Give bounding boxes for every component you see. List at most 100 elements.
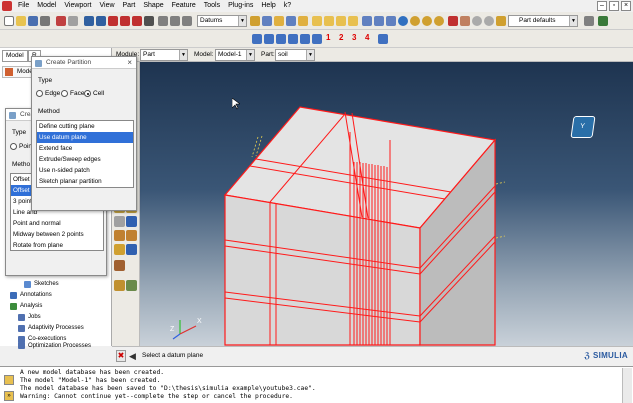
partition-1[interactable]: 1 — [326, 33, 330, 42]
query-tool-icon[interactable] — [126, 280, 137, 291]
render-style-icon[interactable] — [158, 16, 168, 26]
hide-datums-icon[interactable] — [286, 16, 296, 26]
menu-model[interactable]: Model — [33, 0, 60, 12]
viewport[interactable]: X Z Y — [140, 62, 633, 346]
show-datums-icon[interactable] — [274, 16, 284, 26]
method-define-cutting-plane[interactable]: Define cutting plane — [37, 121, 133, 132]
partition-dialog-title[interactable]: Create Partition × — [32, 57, 136, 69]
tree-item-sketches[interactable]: Sketches — [24, 279, 59, 289]
view-cut-icon[interactable] — [410, 16, 420, 26]
view-cut-3-icon[interactable] — [434, 16, 444, 26]
menu-view[interactable]: View — [95, 0, 118, 12]
color-manager-icon[interactable] — [584, 16, 594, 26]
view-yz-icon[interactable] — [264, 34, 274, 44]
color-code-icon[interactable] — [496, 16, 506, 26]
select-all-icon[interactable] — [262, 16, 272, 26]
front-view-icon[interactable] — [324, 16, 334, 26]
select-cursor-icon[interactable] — [460, 16, 470, 26]
view-iso-icon[interactable] — [378, 34, 388, 44]
partition-method-list[interactable]: Define cutting plane Use datum plane Ext… — [36, 120, 134, 188]
menu-tools[interactable]: Tools — [200, 0, 224, 12]
datums-combo[interactable]: Datums ▼ — [197, 15, 247, 27]
back-arrow-icon[interactable]: ◀ — [129, 350, 139, 362]
tree-item-analysis[interactable]: Analysis — [10, 301, 42, 311]
menu-plugins[interactable]: Plug-ins — [224, 0, 257, 12]
tool-icon[interactable] — [598, 16, 608, 26]
edge-tool-icon[interactable] — [114, 230, 125, 241]
set-icon[interactable] — [114, 244, 125, 255]
partition-cell-icon[interactable] — [126, 216, 137, 227]
partition-3[interactable]: 3 — [352, 33, 356, 42]
list-item[interactable]: Point and normal — [11, 218, 103, 229]
tree-item-adaptivity[interactable]: Adaptivity Processes — [18, 323, 84, 333]
type-edge-radio[interactable]: Edge — [36, 90, 60, 97]
cycle-views-icon[interactable] — [144, 16, 154, 26]
view-zy-icon[interactable] — [300, 34, 310, 44]
menu-feature[interactable]: Feature — [168, 0, 200, 12]
magnify-icon[interactable] — [108, 16, 118, 26]
minimize-icon[interactable]: – — [597, 1, 607, 11]
menu-help[interactable]: Help — [257, 0, 279, 12]
repair-icon[interactable] — [114, 260, 125, 271]
print-icon[interactable] — [40, 16, 50, 26]
save-icon[interactable] — [28, 16, 38, 26]
shaded-icon[interactable] — [182, 16, 192, 26]
zoom-box-icon[interactable] — [120, 16, 130, 26]
view-yx-icon[interactable] — [288, 34, 298, 44]
view-cut-2-icon[interactable] — [422, 16, 432, 26]
tree-item-jobs[interactable]: Jobs — [18, 312, 41, 322]
list-item[interactable]: Rotate from plane — [11, 240, 103, 251]
auto-fit-icon[interactable] — [132, 16, 142, 26]
type-cell-radio[interactable]: Cell — [84, 90, 104, 97]
partition-4[interactable]: 4 — [365, 33, 369, 42]
message-area[interactable]: » A new model database has been created.… — [0, 366, 633, 403]
restore-icon[interactable]: ▫ — [609, 1, 619, 11]
tree-item-optimization[interactable]: Optimization Processes — [18, 342, 91, 349]
view-zx-icon[interactable] — [276, 34, 286, 44]
repeat-icon[interactable] — [484, 16, 494, 26]
pan-icon[interactable] — [84, 16, 94, 26]
part-combo[interactable]: soil ▼ — [275, 49, 315, 61]
module-combo[interactable]: Part ▼ — [140, 49, 188, 61]
message-scrollbar[interactable] — [622, 368, 632, 403]
method-n-sided-patch[interactable]: Use n-sided patch — [37, 165, 133, 176]
tab-model[interactable]: Model — [2, 50, 28, 62]
tree-item-annotations[interactable]: Annotations — [10, 290, 52, 300]
menu-viewport[interactable]: Viewport — [60, 0, 95, 12]
command-tab-icon[interactable]: » — [4, 391, 14, 401]
menu-context-help[interactable]: k? — [280, 0, 295, 12]
visibility-icon[interactable] — [250, 16, 260, 26]
redo-icon[interactable] — [472, 16, 482, 26]
method-sketch-planar[interactable]: Sketch planar partition — [37, 176, 133, 187]
menu-file[interactable]: File — [14, 0, 33, 12]
method-use-datum-plane[interactable]: Use datum plane — [37, 132, 133, 143]
display-group-icon[interactable] — [114, 280, 125, 291]
message-tab-icon[interactable] — [4, 375, 14, 385]
info-icon[interactable] — [398, 16, 408, 26]
model-combo[interactable]: Model-1 ▼ — [215, 49, 255, 61]
top-view-icon[interactable] — [348, 16, 358, 26]
rotate-icon[interactable] — [96, 16, 106, 26]
iso-view-icon[interactable] — [312, 16, 322, 26]
cancel-procedure-icon[interactable]: ✖ — [116, 350, 126, 362]
view-xy-icon[interactable] — [252, 34, 262, 44]
menu-part[interactable]: Part — [119, 0, 140, 12]
left-view-icon[interactable] — [374, 16, 384, 26]
colors-icon[interactable] — [448, 16, 458, 26]
replace-icon[interactable] — [298, 16, 308, 26]
menu-shape[interactable]: Shape — [139, 0, 167, 12]
type-face-radio[interactable]: Face — [61, 90, 84, 97]
open-file-icon[interactable] — [16, 16, 26, 26]
partition-2[interactable]: 2 — [339, 33, 343, 42]
back-view-icon[interactable] — [336, 16, 346, 26]
view-xz-icon[interactable] — [312, 34, 322, 44]
query-icon[interactable] — [56, 16, 66, 26]
method-extrude-sweep[interactable]: Extrude/Sweep edges — [37, 154, 133, 165]
bottom-view-icon[interactable] — [362, 16, 372, 26]
view-cube-icon[interactable]: Y — [570, 116, 596, 138]
new-file-icon[interactable] — [4, 16, 14, 26]
list-item[interactable]: Midway between 2 points — [11, 229, 103, 240]
surface-icon[interactable] — [126, 244, 137, 255]
method-extend-face[interactable]: Extend face — [37, 143, 133, 154]
wireframe-icon[interactable] — [170, 16, 180, 26]
